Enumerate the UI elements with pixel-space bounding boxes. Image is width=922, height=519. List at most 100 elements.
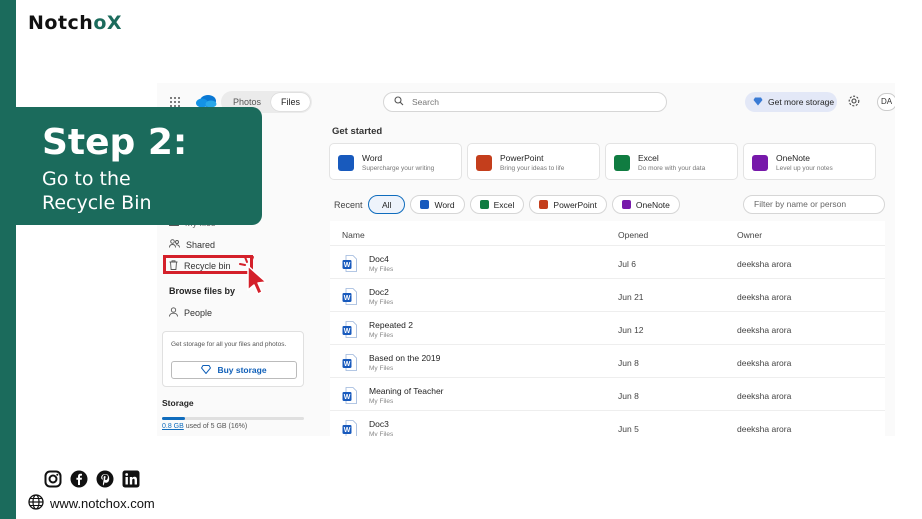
get-more-storage-label: Get more storage — [768, 97, 835, 107]
search-input[interactable]: Search — [383, 92, 667, 112]
table-row[interactable]: W Based on the 2019 My Files Jun 8 deeksha a… — [330, 344, 885, 377]
buy-storage-button[interactable]: Buy storage — [171, 361, 297, 379]
search-placeholder: Search — [412, 97, 439, 107]
step-subtitle-line2: Recycle Bin — [42, 192, 152, 214]
column-header-opened[interactable]: Opened — [618, 230, 648, 240]
card-subtitle: Bring your ideas to life — [500, 165, 565, 172]
chip-excel[interactable]: Excel — [469, 195, 525, 214]
diamond-icon — [753, 97, 763, 108]
diamond-icon — [201, 364, 212, 376]
social-links — [44, 470, 140, 488]
card-title: Excel — [638, 153, 659, 163]
excel-icon — [614, 155, 630, 171]
sidebar-item-shared[interactable]: Shared — [169, 239, 215, 250]
pointer-cursor-icon — [239, 255, 269, 299]
get-started-heading: Get started — [332, 126, 383, 137]
table-row[interactable]: W Meaning of Teacher My Files Jun 8 deeksha … — [330, 377, 885, 410]
gear-icon[interactable] — [847, 94, 861, 108]
chip-onenote[interactable]: OneNote — [611, 195, 680, 214]
card-excel[interactable]: Excel Do more with your data — [605, 143, 738, 180]
svg-text:W: W — [344, 328, 351, 335]
storage-used-link[interactable]: 0.8 GB — [162, 423, 184, 430]
file-owner: deeksha arora — [737, 358, 792, 368]
storage-progress-fill — [162, 417, 185, 420]
file-name: Doc2 — [369, 287, 389, 297]
onenote-icon — [621, 200, 631, 209]
search-icon — [394, 96, 404, 108]
file-name: Meaning of Teacher — [369, 386, 444, 396]
filter-chips: All Word Excel PowerPoint OneNote — [368, 195, 680, 214]
instagram-icon[interactable] — [44, 470, 62, 488]
storage-promo-card: Get storage for all your files and photo… — [162, 331, 304, 387]
file-location: My Files — [369, 431, 394, 436]
chip-powerpoint[interactable]: PowerPoint — [529, 195, 607, 214]
card-word[interactable]: Word Supercharge your writing — [329, 143, 462, 180]
file-owner: deeksha arora — [737, 424, 792, 434]
file-name: Doc3 — [369, 419, 389, 429]
get-started-cards: Word Supercharge your writing PowerPoint… — [329, 143, 876, 180]
file-opened: Jun 5 — [618, 424, 639, 434]
recent-label: Recent — [334, 200, 363, 210]
card-powerpoint[interactable]: PowerPoint Bring your ideas to life — [467, 143, 600, 180]
avatar[interactable]: DA — [877, 93, 895, 111]
table-row[interactable]: W Doc3 My Files Jun 5 deeksha arora — [330, 410, 885, 436]
word-doc-icon: W — [342, 288, 357, 305]
file-owner: deeksha arora — [737, 292, 792, 302]
file-owner: deeksha arora — [737, 259, 792, 269]
sidebar-item-people[interactable]: People — [169, 307, 212, 319]
word-icon — [420, 200, 430, 209]
word-icon — [338, 155, 354, 171]
step-title: Step 2: — [42, 122, 188, 163]
file-owner: deeksha arora — [737, 325, 792, 335]
filter-input[interactable]: Filter by name or person — [743, 195, 885, 214]
svg-text:W: W — [344, 361, 351, 368]
card-title: PowerPoint — [500, 153, 544, 163]
brand-logo: NotchoX — [28, 12, 123, 34]
storage-progress-bar — [162, 417, 304, 420]
column-header-name[interactable]: Name — [342, 230, 365, 240]
get-more-storage-button[interactable]: Get more storage — [745, 92, 837, 112]
table-row[interactable]: W Doc4 My Files Jul 6 deeksha arora — [330, 245, 885, 278]
file-name: Based on the 2019 — [369, 353, 441, 363]
onenote-icon — [752, 155, 768, 171]
chip-all[interactable]: All — [368, 195, 406, 214]
file-opened: Jun 12 — [618, 325, 644, 335]
file-name: Repeated 2 — [369, 320, 413, 330]
storage-heading: Storage — [162, 398, 194, 408]
word-doc-icon: W — [342, 354, 357, 371]
step-card: Step 2: Go to the Recycle Bin — [16, 107, 262, 225]
file-opened: Jun 8 — [618, 358, 639, 368]
linkedin-icon[interactable] — [122, 470, 140, 488]
column-header-owner[interactable]: Owner — [737, 230, 762, 240]
file-name: Doc4 — [369, 254, 389, 264]
globe-icon — [28, 494, 44, 513]
buy-storage-label: Buy storage — [217, 365, 267, 375]
table-row[interactable]: W Repeated 2 My Files Jun 12 deeksha arora — [330, 311, 885, 344]
powerpoint-icon — [539, 200, 549, 209]
chip-word[interactable]: Word — [410, 195, 465, 214]
file-opened: Jun 21 — [618, 292, 644, 302]
storage-usage-text: 0.8 GB used of 5 GB (16%) — [162, 423, 248, 430]
word-doc-icon: W — [342, 321, 357, 338]
website-url: www.notchox.com — [50, 496, 155, 511]
svg-text:W: W — [344, 295, 351, 302]
card-title: Word — [362, 153, 383, 163]
table-row[interactable]: W Doc2 My Files Jun 21 deeksha arora — [330, 278, 885, 311]
excel-icon — [479, 200, 489, 209]
website-link[interactable]: www.notchox.com — [28, 494, 155, 513]
people-icon — [169, 239, 180, 250]
svg-text:W: W — [344, 394, 351, 401]
file-opened: Jun 8 — [618, 391, 639, 401]
sidebar-item-label: People — [184, 308, 213, 318]
onedrive-window: Photos Files Search Get more storage DA … — [157, 83, 895, 436]
card-onenote[interactable]: OneNote Level up your notes — [743, 143, 876, 180]
file-location: My Files — [369, 398, 394, 405]
pinterest-icon[interactable] — [96, 470, 114, 488]
facebook-icon[interactable] — [70, 470, 88, 488]
toggle-files[interactable]: Files — [271, 93, 311, 111]
app-launcher-icon[interactable] — [169, 95, 181, 107]
person-icon — [169, 307, 178, 319]
word-doc-icon: W — [342, 387, 357, 404]
card-subtitle: Level up your notes — [776, 165, 833, 172]
powerpoint-icon — [476, 155, 492, 171]
